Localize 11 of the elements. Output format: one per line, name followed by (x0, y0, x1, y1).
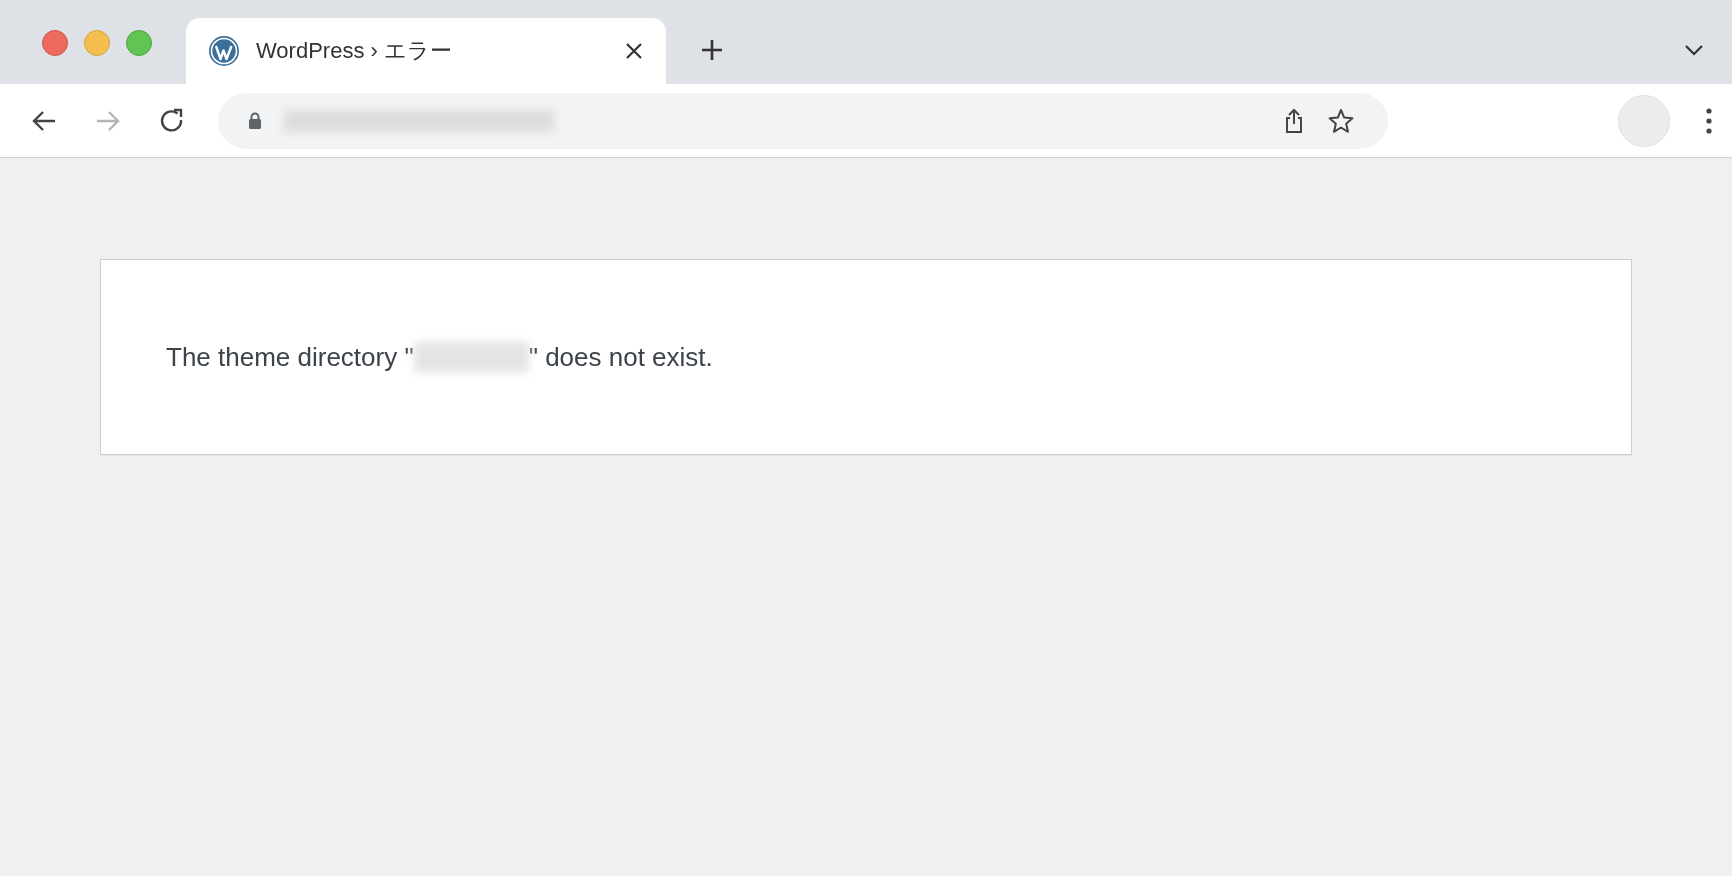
wordpress-logo-icon (208, 35, 240, 67)
close-tab-icon[interactable] (624, 41, 644, 61)
bookmark-star-icon[interactable] (1328, 107, 1354, 134)
browser-tab[interactable]: WordPress › エラー (186, 18, 666, 84)
lock-icon (248, 111, 262, 130)
tab-list-chevron-icon[interactable] (1684, 44, 1704, 56)
error-message-end: " does not exist. (528, 341, 713, 373)
close-window-button[interactable] (42, 30, 68, 56)
error-message-start: The theme directory " (166, 341, 414, 373)
new-tab-icon[interactable] (700, 38, 724, 62)
menu-icon[interactable] (1706, 107, 1712, 134)
